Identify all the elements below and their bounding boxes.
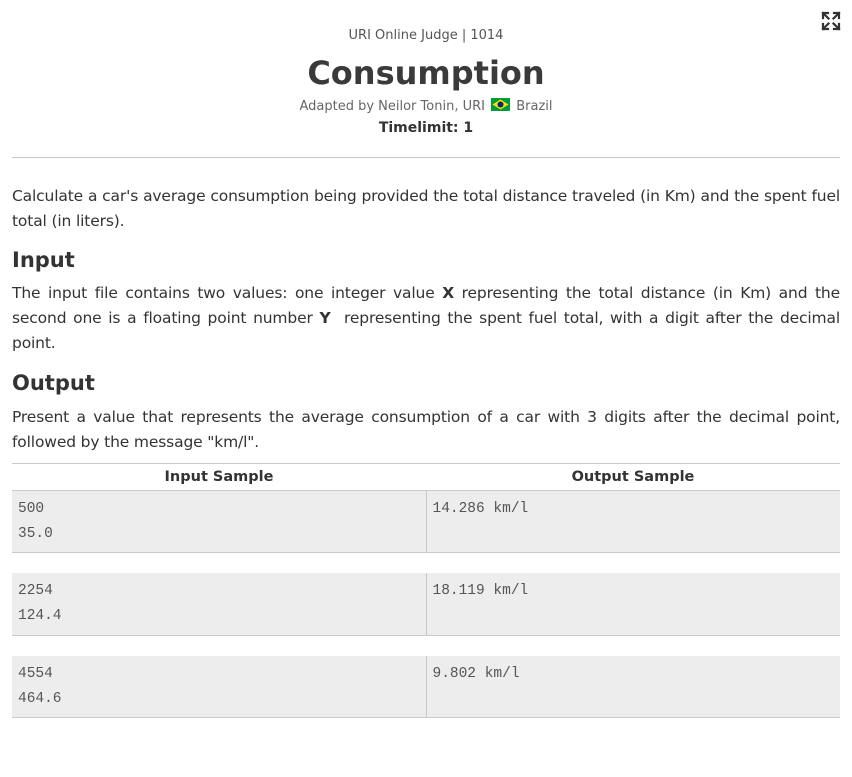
sample-row: 4554 464.6 9.802 km/l	[12, 655, 840, 718]
output-sample-line: 18.119 km/l	[432, 583, 529, 599]
variable-y: Y	[319, 309, 331, 327]
input-sample-line: 35.0	[18, 526, 53, 542]
sample-spacer	[12, 635, 840, 656]
output-sample-cell[interactable]: 18.119 km/l	[426, 573, 840, 636]
input-sample-line: 500	[18, 501, 45, 517]
sample-row: 500 35.0 14.286 km/l	[12, 490, 840, 553]
samples-table: Input Sample Output Sample 500 35.0 14.2…	[12, 463, 840, 718]
header-divider	[12, 157, 840, 158]
input-sample-cell[interactable]: 4554 464.6	[12, 655, 427, 718]
input-sample-cell[interactable]: 500 35.0	[12, 490, 427, 553]
input-sample-cell[interactable]: 2254 124.4	[12, 573, 427, 636]
page-title: Consumption	[307, 54, 545, 92]
problem-description: Calculate a car's average consumption be…	[12, 187, 840, 230]
input-text-part-1: The input file contains two values: one …	[12, 284, 443, 302]
output-section-title: Output	[12, 371, 95, 395]
output-sample-line: 14.286 km/l	[432, 501, 529, 517]
output-sample-line: 9.802 km/l	[432, 665, 520, 682]
input-sample-line: 464.6	[18, 690, 62, 707]
input-sample-line: 4554	[18, 665, 53, 682]
author-line: Adapted by Neilor Tonin, URI Brazil	[12, 98, 840, 115]
author-country: Brazil	[516, 99, 553, 114]
judge-line: URI Online Judge | 1014	[348, 28, 504, 43]
output-sample-header: Output Sample	[426, 463, 840, 491]
problem-header: URI Online Judge | 1014 Consumption Adap…	[12, 28, 840, 137]
brazil-flag-icon	[491, 98, 511, 111]
input-sample-header: Input Sample	[12, 463, 426, 491]
sample-spacer	[12, 552, 840, 573]
input-sample-line: 124.4	[18, 608, 62, 624]
author-prefix: Adapted by Neilor Tonin, URI	[299, 99, 485, 114]
output-section-text: Present a value that represents the aver…	[12, 408, 840, 451]
output-sample-cell[interactable]: 14.286 km/l	[426, 490, 840, 553]
output-sample-cell[interactable]: 9.802 km/l	[426, 655, 840, 718]
input-sample-line: 2254	[18, 583, 53, 599]
timelimit: Timelimit: 1	[378, 120, 474, 136]
variable-x: X	[442, 284, 455, 302]
sample-row: 2254 124.4 18.119 km/l	[12, 573, 840, 636]
problem-page: URI Online Judge | 1014 Consumption Adap…	[12, 0, 840, 718]
input-section-title: Input	[12, 248, 75, 272]
input-section-text: The input file contains two values: one …	[12, 281, 840, 356]
